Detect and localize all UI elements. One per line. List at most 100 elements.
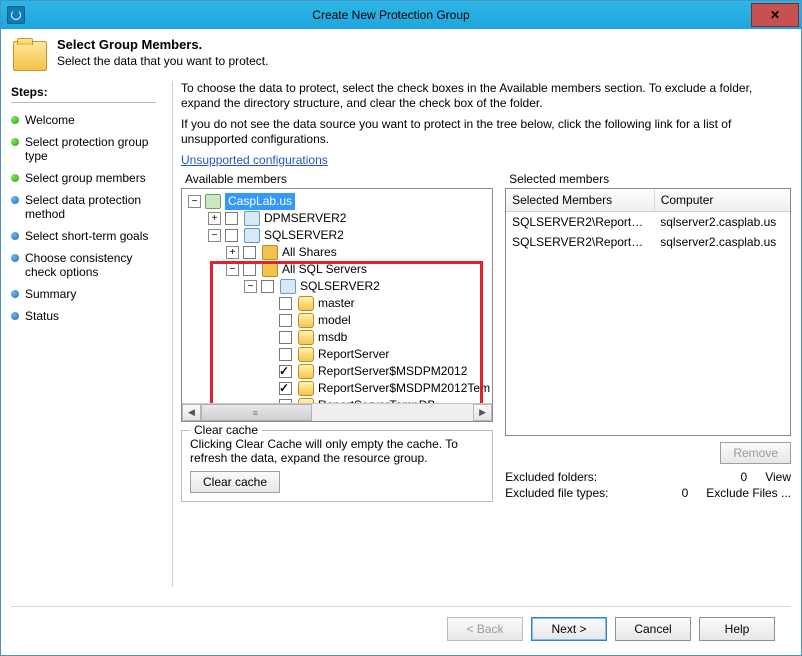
server-icon [244,228,260,243]
intro-text: To choose the data to protect, select th… [181,81,791,168]
cell: sqlserver2.casplab.us [654,232,790,252]
close-button[interactable]: ✕ [751,3,799,27]
collapse-icon[interactable]: − [226,263,239,276]
cancel-button[interactable]: Cancel [615,617,691,641]
collapse-icon[interactable]: − [208,229,221,242]
unsupported-config-link[interactable]: Unsupported configurations [181,153,328,167]
step-item[interactable]: Summary [11,283,156,305]
cell: SQLSERVER2\ReportSe... [506,212,654,232]
sql-icon [262,262,278,277]
clear-cache-button[interactable]: Clear cache [190,471,280,493]
page-header: Select Group Members. Select the data th… [1,29,801,81]
folder-icon [262,245,278,260]
col-selected[interactable]: Selected Members [506,189,655,211]
step-label: Welcome [25,113,75,127]
tree-root[interactable]: CaspLab.us [225,193,295,210]
step-label: Select group members [25,171,146,185]
tree-item-allsql[interactable]: All SQL Servers [282,261,367,278]
checkbox[interactable] [279,365,292,378]
step-bullet-icon [11,196,19,204]
checkbox[interactable] [279,348,292,361]
excl-folders-label: Excluded folders: [505,470,707,484]
window-title: Create New Protection Group [31,8,751,22]
checkbox[interactable] [225,229,238,242]
app-icon [7,6,25,24]
database-icon [298,313,314,328]
tree-item-db[interactable]: ReportServer [318,346,389,363]
expand-icon[interactable]: + [226,246,239,259]
steps-heading: Steps: [11,85,156,103]
step-item[interactable]: Welcome [11,109,156,131]
intro-p2: If you do not see the data source you wa… [181,117,791,147]
selected-grid[interactable]: Selected Members Computer SQLSERVER2\Rep… [505,188,791,436]
checkbox[interactable] [261,280,274,293]
checkbox[interactable] [243,246,256,259]
grid-row[interactable]: SQLSERVER2\ReportSe... sqlserver2.caspla… [506,232,790,252]
step-item[interactable]: Select data protection method [11,189,156,225]
scroll-track[interactable]: ≡ [201,404,473,421]
folder-icon [13,41,47,71]
grid-row[interactable]: SQLSERVER2\ReportSe... sqlserver2.caspla… [506,212,790,232]
help-button[interactable]: Help [699,617,775,641]
database-icon [298,347,314,362]
step-bullet-icon [11,290,19,298]
remove-button[interactable]: Remove [720,442,791,464]
checkbox[interactable] [243,263,256,276]
col-computer[interactable]: Computer [655,189,790,211]
collapse-icon[interactable]: − [188,195,201,208]
steps-sidebar: Steps: Welcome Select protection group ty… [11,81,164,587]
checkbox[interactable] [279,314,292,327]
cache-legend: Clear cache [190,423,262,437]
tree-item-db[interactable]: msdb [318,329,347,346]
step-bullet-icon [11,232,19,240]
scroll-right-button[interactable]: ▶ [473,404,492,421]
next-button[interactable]: Next > [531,617,607,641]
tree-item-db[interactable]: ReportServer$MSDPM2012 [318,363,467,380]
step-bullet-icon [11,116,19,124]
domain-icon [205,194,221,209]
excluded-types-row: Excluded file types: 0 Exclude Files ... [505,486,791,500]
checkbox[interactable] [279,297,292,310]
checkbox[interactable] [279,382,292,395]
excl-types-count: 0 [658,486,688,500]
checkbox[interactable] [225,212,238,225]
checkbox[interactable] [279,331,292,344]
tree-item-db[interactable]: ReportServer$MSDPM2012Tem [318,380,490,397]
step-item[interactable]: Select protection group type [11,131,156,167]
cache-text: Clicking Clear Cache will only empty the… [190,437,484,465]
database-icon [298,364,314,379]
divider [172,81,173,587]
tree-item-dpm[interactable]: DPMSERVER2 [264,210,346,227]
page-title: Select Group Members. [57,37,268,52]
expand-icon[interactable]: + [208,212,221,225]
step-label: Select data protection method [25,193,156,221]
available-tree[interactable]: − CaspLab.us + DPMSERVER2 − SQLSERVER2 + All… [181,188,493,422]
tree-item-sqlserver[interactable]: SQLSERVER2 [264,227,344,244]
server-icon [244,211,260,226]
selected-label: Selected members [509,172,791,186]
excl-folders-count: 0 [717,470,747,484]
step-bullet-icon [11,312,19,320]
step-label: Select short-term goals [25,229,148,243]
tree-item-db[interactable]: model [318,312,351,329]
excl-types-label: Excluded file types: [505,486,648,500]
intro-p1: To choose the data to protect, select th… [181,81,791,111]
h-scrollbar[interactable]: ◀ ≡ ▶ [182,403,492,421]
database-icon [298,296,314,311]
dialog-window: Create New Protection Group ✕ Select Gro… [0,0,802,656]
tree-item-shares[interactable]: All Shares [282,244,337,261]
step-item[interactable]: Select group members [11,167,156,189]
tree-item-db[interactable]: master [318,295,355,312]
view-link[interactable]: View [765,470,791,484]
step-item[interactable]: Choose consistency check options [11,247,156,283]
step-item[interactable]: Status [11,305,156,327]
exclude-files-link[interactable]: Exclude Files ... [706,486,791,500]
cell: sqlserver2.casplab.us [654,212,790,232]
excluded-folders-row: Excluded folders: 0 View [505,470,791,484]
scroll-thumb[interactable]: ≡ [201,404,312,421]
back-button[interactable]: < Back [447,617,523,641]
collapse-icon[interactable]: − [244,280,257,293]
tree-item-sql2[interactable]: SQLSERVER2 [300,278,380,295]
step-item[interactable]: Select short-term goals [11,225,156,247]
scroll-left-button[interactable]: ◀ [182,404,201,421]
